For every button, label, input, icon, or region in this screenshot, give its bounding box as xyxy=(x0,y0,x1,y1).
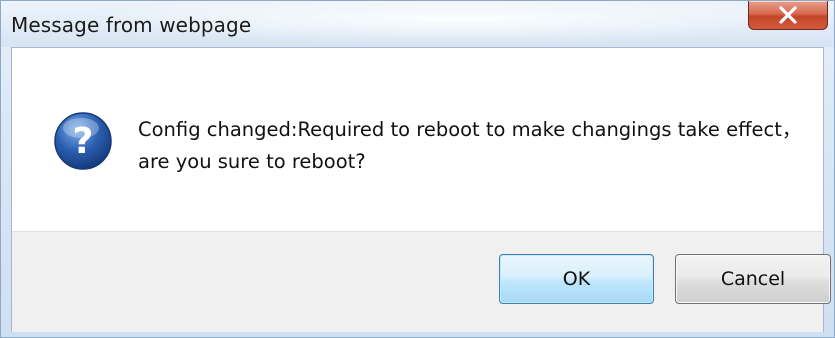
button-bar: OK Cancel xyxy=(12,231,831,332)
svg-text:?: ? xyxy=(73,121,94,162)
close-x-icon xyxy=(779,6,797,24)
question-icon: ? xyxy=(54,112,112,170)
ok-button[interactable]: OK xyxy=(499,254,654,304)
dialog-message: Config changed:Required to reboot to mak… xyxy=(138,118,802,173)
cancel-button[interactable]: Cancel xyxy=(675,254,831,304)
message-dialog-window: Message from webpage ? Config changed:Re… xyxy=(0,0,835,338)
close-button[interactable] xyxy=(748,1,828,30)
message-area: ? Config changed:Required to reboot to m… xyxy=(12,48,823,231)
title-bar[interactable]: Message from webpage xyxy=(1,1,834,47)
dialog-content: ? Config changed:Required to reboot to m… xyxy=(11,47,831,332)
window-title: Message from webpage xyxy=(11,13,252,37)
